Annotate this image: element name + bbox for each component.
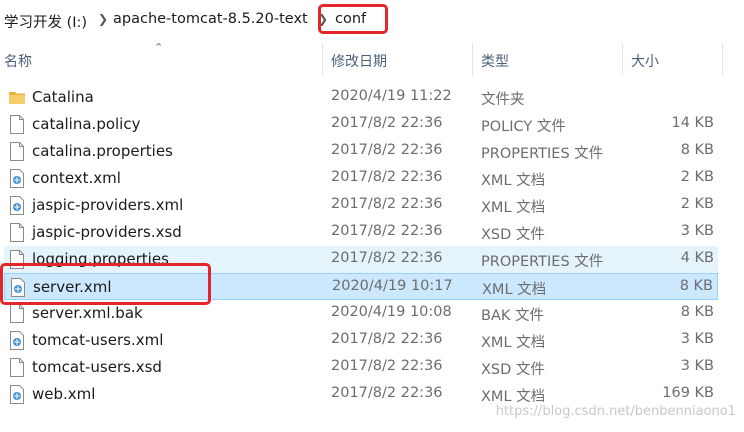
file-modified: 2017/8/2 22:36	[331, 115, 443, 131]
file-type: BAK 文件	[481, 308, 544, 324]
column-divider[interactable]	[622, 43, 623, 76]
sort-up-icon: ⌃	[154, 41, 164, 54]
file-size: 3 KB	[680, 331, 714, 347]
file-row-catalina[interactable]: Catalina 2020/4/19 11:22 文件夹	[4, 84, 718, 111]
file-type: XSD 文件	[481, 362, 545, 378]
file-type: XSD 文件	[481, 227, 545, 243]
column-header-name[interactable]: 名称	[4, 51, 32, 71]
file-icon	[9, 115, 25, 134]
file-type: XML 文档	[482, 282, 547, 298]
file-size: 4 KB	[680, 250, 714, 266]
file-row-catalina-properties[interactable]: catalina.properties 2017/8/2 22:36 PROPE…	[4, 138, 718, 165]
file-size: 8 KB	[679, 278, 713, 294]
file-modified: 2017/8/2 22:36	[331, 385, 443, 401]
file-type: PROPERTIES 文件	[481, 146, 604, 162]
xml-file-icon	[9, 196, 25, 215]
breadcrumb-drive[interactable]: 学习开发 (I:)	[4, 11, 87, 32]
file-type: PROPERTIES 文件	[481, 254, 604, 270]
breadcrumb: 学习开发 (I:) ❯ apache-tomcat-8.5.20-text ❯ …	[0, 0, 744, 38]
file-name: catalina.policy	[32, 115, 141, 133]
file-modified: 2017/8/2 22:36	[331, 223, 443, 239]
file-name: web.xml	[32, 385, 96, 403]
file-row-tomcat-users-xsd[interactable]: tomcat-users.xsd 2017/8/2 22:36 XSD 文件 3…	[4, 354, 718, 381]
file-size: 3 KB	[680, 223, 714, 239]
file-type: 文件夹	[481, 92, 525, 108]
file-modified: 2017/8/2 22:36	[331, 250, 443, 266]
file-icon	[9, 223, 25, 242]
file-modified: 2017/8/2 22:36	[331, 331, 443, 347]
annotation-box-conf	[318, 4, 388, 34]
file-type: POLICY 文件	[481, 119, 566, 135]
file-name: jaspic-providers.xsd	[32, 223, 182, 241]
file-name: tomcat-users.xml	[32, 331, 164, 349]
column-divider[interactable]	[472, 43, 473, 76]
file-type: XML 文档	[481, 173, 546, 189]
file-modified: 2020/4/19 10:08	[331, 304, 452, 320]
column-header-size[interactable]: 大小	[631, 51, 659, 71]
chevron-right-icon[interactable]: ❯	[98, 12, 108, 26]
annotation-box-server-xml	[0, 263, 211, 305]
column-header-type[interactable]: 类型	[481, 51, 509, 71]
file-name: context.xml	[32, 169, 121, 187]
file-name: server.xml.bak	[32, 304, 143, 322]
column-header-row: ⌃ 名称 修改日期 类型 大小	[0, 41, 744, 76]
file-modified: 2020/4/19 10:17	[332, 278, 453, 294]
column-divider[interactable]	[322, 43, 323, 76]
file-modified: 2017/8/2 22:36	[331, 142, 443, 158]
file-row-tomcat-users-xml[interactable]: tomcat-users.xml 2017/8/2 22:36 XML 文档 3…	[4, 327, 718, 354]
xml-file-icon	[9, 331, 25, 350]
file-icon	[9, 142, 25, 161]
file-type: XML 文档	[481, 335, 546, 351]
file-name: jaspic-providers.xml	[32, 196, 184, 214]
file-size: 2 KB	[680, 196, 714, 212]
column-header-modified[interactable]: 修改日期	[331, 51, 387, 71]
file-type: XML 文档	[481, 389, 546, 405]
file-size: 8 KB	[680, 142, 714, 158]
file-name: Catalina	[32, 88, 94, 106]
file-row-context-xml[interactable]: context.xml 2017/8/2 22:36 XML 文档 2 KB	[4, 165, 718, 192]
file-modified: 2020/4/19 11:22	[331, 88, 452, 104]
file-size: 8 KB	[680, 304, 714, 320]
xml-file-icon	[9, 385, 25, 404]
column-divider[interactable]	[722, 43, 723, 76]
file-modified: 2017/8/2 22:36	[331, 169, 443, 185]
file-name: catalina.properties	[32, 142, 173, 160]
watermark: https://blog.csdn.net/benbenniaono1	[495, 404, 736, 419]
folder-icon	[9, 88, 25, 107]
file-modified: 2017/8/2 22:36	[331, 358, 443, 374]
file-size: 3 KB	[680, 358, 714, 374]
file-row-jaspic-providers-xsd[interactable]: jaspic-providers.xsd 2017/8/2 22:36 XSD …	[4, 219, 718, 246]
file-size: 14 KB	[671, 115, 714, 131]
file-type: XML 文档	[481, 200, 546, 216]
file-row-catalina-policy[interactable]: catalina.policy 2017/8/2 22:36 POLICY 文件…	[4, 111, 718, 138]
file-size: 2 KB	[680, 169, 714, 185]
file-icon	[9, 304, 25, 323]
file-modified: 2017/8/2 22:36	[331, 196, 443, 212]
file-size: 169 KB	[662, 385, 714, 401]
breadcrumb-folder[interactable]: apache-tomcat-8.5.20-text	[113, 11, 308, 27]
file-icon	[9, 358, 25, 377]
xml-file-icon	[9, 169, 25, 188]
file-row-jaspic-providers-xml[interactable]: jaspic-providers.xml 2017/8/2 22:36 XML …	[4, 192, 718, 219]
file-name: tomcat-users.xsd	[32, 358, 162, 376]
